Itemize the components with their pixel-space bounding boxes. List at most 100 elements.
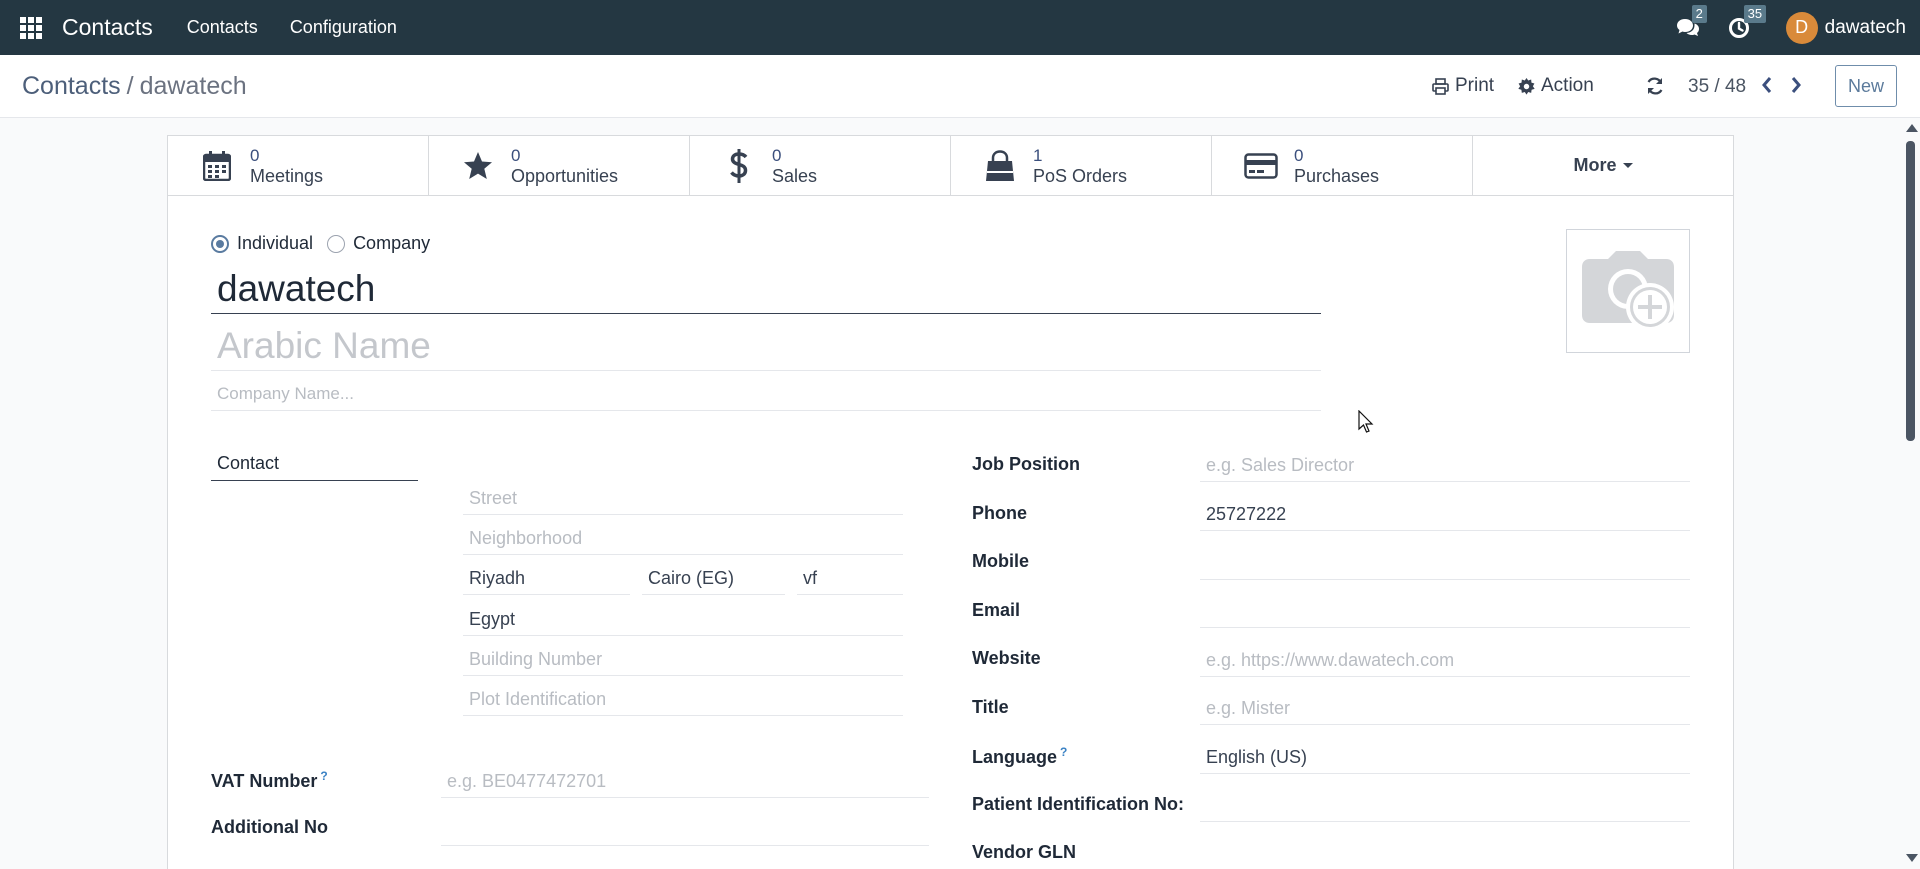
neighborhood-input[interactable]: Neighborhood [463, 522, 903, 555]
company-type-radio-group: Individual Company [211, 233, 444, 254]
website-input[interactable]: e.g. https://www.dawatech.com [1200, 644, 1690, 677]
user-name: dawatech [1824, 16, 1906, 38]
vat-label-text: VAT Number [211, 771, 318, 791]
company-label[interactable]: Company [353, 233, 430, 254]
avatar: D [1785, 11, 1818, 44]
next-record-icon[interactable] [1789, 75, 1803, 95]
opportunities-count: 0 [511, 146, 521, 165]
building-number-input[interactable]: Building Number [463, 643, 903, 676]
language-label: Language? [972, 745, 1067, 768]
scroll-up-arrow[interactable] [1906, 124, 1918, 132]
phone-input[interactable]: 25727222 [1200, 498, 1690, 531]
language-help-icon[interactable]: ? [1060, 745, 1067, 759]
additional-no-label: Additional No [211, 817, 328, 837]
scroll-down-arrow[interactable] [1906, 854, 1918, 862]
breadcrumb-current: dawatech [139, 72, 247, 100]
meetings-button[interactable]: 0 Meetings [168, 136, 429, 196]
individual-label[interactable]: Individual [237, 233, 313, 254]
credit-card-icon [1244, 153, 1278, 179]
print-label: Print [1455, 75, 1495, 96]
previous-record-icon[interactable] [1760, 75, 1774, 95]
zip-input[interactable]: vf [797, 562, 903, 595]
app-brand[interactable]: Contacts [62, 14, 153, 41]
phone-label: Phone [972, 503, 1028, 523]
street-input[interactable]: Street [463, 482, 903, 515]
patient-id-input[interactable] [1200, 789, 1690, 822]
pos-orders-button[interactable]: 1 PoS Orders [951, 136, 1212, 196]
language-select[interactable]: English (US) [1200, 741, 1690, 774]
sales-button[interactable]: 0 Sales [690, 136, 951, 196]
sales-label: Sales [772, 166, 818, 186]
mobile-input[interactable] [1200, 547, 1690, 580]
calendar-icon [203, 151, 231, 181]
new-button[interactable]: New [1835, 65, 1897, 107]
top-navbar: Contacts Contacts Configuration 2 35 D d… [0, 0, 1920, 55]
email-label: Email [972, 600, 1021, 620]
reload-icon[interactable] [1645, 76, 1665, 96]
title-select[interactable]: e.g. Mister [1200, 692, 1690, 725]
more-button[interactable]: More [1473, 136, 1733, 195]
vat-help-icon[interactable]: ? [320, 769, 327, 783]
opportunities-label: Opportunities [511, 166, 619, 186]
plot-identification-input[interactable]: Plot Identification [463, 683, 903, 716]
job-position-label: Job Position [972, 454, 1080, 474]
shopping-bag-icon [986, 150, 1014, 181]
company-name-input[interactable]: Company Name... [211, 376, 1321, 411]
dollar-icon [730, 149, 748, 183]
menu-contacts[interactable]: Contacts [187, 17, 258, 38]
title-label: Title [972, 697, 1009, 717]
mobile-label: Mobile [972, 551, 1029, 571]
control-panel: Contacts / dawatech Print Action 35 / 48 N… [0, 55, 1920, 118]
address-type-select[interactable]: Contact [211, 446, 418, 481]
vendor-gln-label: Vendor GLN [972, 842, 1077, 862]
website-label: Website [972, 648, 1041, 668]
mouse-cursor-icon [1358, 410, 1374, 433]
smart-buttons: 0 Meetings 0 Opportunities 0 Sales 1 PoS… [168, 136, 1733, 196]
opportunities-button[interactable]: 0 Opportunities [429, 136, 690, 196]
pos-orders-label: PoS Orders [1033, 166, 1128, 186]
breadcrumb-contacts-link[interactable]: Contacts [22, 72, 121, 100]
breadcrumb-separator: / [126, 72, 134, 100]
pager-value[interactable]: 35 / 48 [1688, 76, 1746, 98]
meetings-count: 0 [250, 146, 260, 165]
print-button[interactable]: Print [1432, 75, 1494, 97]
language-label-text: Language [972, 747, 1058, 767]
purchases-button[interactable]: 0 Purchases [1212, 136, 1473, 196]
camera-add-icon [1582, 251, 1674, 331]
menu-configuration[interactable]: Configuration [290, 17, 397, 38]
activities-button[interactable]: 35 [1728, 4, 1767, 39]
more-label: More [1573, 155, 1617, 175]
additional-no-input[interactable] [441, 813, 929, 846]
apps-grid-icon [20, 16, 42, 39]
name-input[interactable]: dawatech [211, 264, 1321, 314]
gear-icon [1518, 77, 1535, 95]
star-icon [464, 152, 492, 179]
email-input[interactable] [1200, 595, 1690, 628]
meetings-label: Meetings [250, 166, 324, 186]
form-sheet: 0 Meetings 0 Opportunities 0 Sales 1 PoS… [167, 135, 1734, 869]
individual-radio[interactable] [211, 234, 229, 253]
messages-button[interactable]: 2 [1676, 4, 1707, 39]
vertical-scrollbar[interactable] [1902, 119, 1920, 869]
breadcrumb: Contacts / dawatech [22, 72, 247, 101]
user-menu[interactable]: D dawatech [1785, 11, 1906, 44]
state-select[interactable]: Cairo (EG) [642, 562, 785, 595]
action-button[interactable]: Action [1518, 75, 1594, 97]
vat-input[interactable]: e.g. BE0477472701 [441, 765, 929, 798]
pos-orders-count: 1 [1033, 146, 1043, 165]
purchases-label: Purchases [1294, 166, 1380, 186]
patient-id-label: Patient Identification No: [972, 794, 1185, 814]
city-input[interactable]: Riyadh [463, 562, 630, 595]
job-position-input[interactable]: e.g. Sales Director [1200, 449, 1690, 482]
vat-label: VAT Number? [211, 769, 328, 792]
photo-upload[interactable] [1566, 229, 1690, 353]
apps-menu-button[interactable] [0, 0, 62, 55]
arabic-name-input[interactable]: Arabic Name [211, 321, 1321, 371]
scroll-thumb[interactable] [1906, 141, 1915, 441]
caret-down-icon [1622, 163, 1633, 168]
sales-count: 0 [772, 146, 782, 165]
printer-icon [1432, 77, 1449, 95]
action-label: Action [1541, 75, 1594, 96]
country-select[interactable]: Egypt [463, 603, 903, 636]
company-radio[interactable] [327, 234, 346, 253]
